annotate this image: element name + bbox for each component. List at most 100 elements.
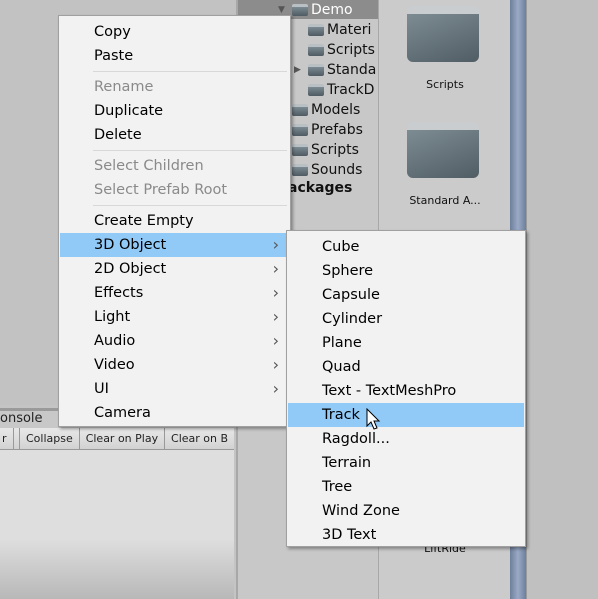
menu-item-sphere[interactable]: Sphere	[288, 259, 524, 283]
menu-item-cube[interactable]: Cube	[288, 235, 524, 259]
tree-item[interactable]: Prefabs	[292, 120, 363, 139]
menu-item-select-prefab-root: Select Prefab Root	[60, 178, 289, 202]
menu-item-duplicate[interactable]: Duplicate	[60, 99, 289, 123]
folder-icon[interactable]	[407, 6, 479, 62]
menu-item-effects[interactable]: Effects ›	[60, 281, 289, 305]
console-body	[0, 450, 234, 599]
chevron-right-icon: ›	[272, 307, 279, 326]
folder-icon[interactable]	[407, 122, 479, 178]
tree-item-label: Demo	[311, 1, 353, 18]
menu-item-label: Copy	[94, 24, 131, 40]
tree-item[interactable]: TrackD	[308, 80, 374, 99]
tree-item-label: Scripts	[311, 141, 359, 158]
menu-item-label: Track	[322, 407, 360, 423]
menu-item-wind-zone[interactable]: Wind Zone	[288, 499, 524, 523]
menu-item-track[interactable]: Track	[288, 403, 524, 427]
folder-icon	[308, 23, 324, 36]
menu-separator	[93, 71, 287, 72]
menu-item-label: Wind Zone	[322, 503, 400, 519]
chevron-right-icon: ›	[272, 259, 279, 278]
menu-item-label: Rename	[94, 79, 154, 95]
asset-label[interactable]: Standard A...	[379, 194, 511, 207]
chevron-right-icon: ›	[272, 379, 279, 398]
tree-item-label: Models	[311, 101, 361, 118]
menu-item-video[interactable]: Video ›	[60, 353, 289, 377]
menu-separator	[93, 150, 287, 151]
folder-icon	[292, 143, 308, 156]
menu-item-paste[interactable]: Paste	[60, 44, 289, 68]
console-toolbar: r Collapse Clear on Play Clear on B	[0, 428, 234, 450]
tab-console[interactable]: onsole	[0, 408, 58, 428]
chevron-right-icon: ›	[272, 283, 279, 302]
tree-item[interactable]: Scripts	[308, 40, 375, 59]
menu-item-label: Camera	[94, 405, 151, 421]
tree-item[interactable]: Scripts	[292, 140, 359, 159]
menu-item-label: Sphere	[322, 263, 374, 279]
tree-item[interactable]: Materi	[308, 20, 371, 39]
clear-button[interactable]: r	[0, 428, 14, 449]
menu-item-delete[interactable]: Delete	[60, 123, 289, 147]
folder-icon	[292, 163, 308, 176]
tree-item-label: TrackD	[327, 81, 375, 98]
menu-item-select-children: Select Children	[60, 154, 289, 178]
collapsed-arrow-icon[interactable]: ▶	[294, 65, 301, 75]
menu-item-label: Delete	[94, 127, 142, 143]
chevron-right-icon: ›	[272, 235, 279, 254]
menu-separator	[93, 205, 287, 206]
tree-item[interactable]: ▶ Standa	[294, 60, 377, 79]
menu-item-label: Terrain	[322, 455, 372, 471]
menu-item-ui[interactable]: UI ›	[60, 377, 289, 401]
menu-item-capsule[interactable]: Capsule	[288, 283, 524, 307]
menu-item-label: Paste	[94, 48, 134, 64]
menu-item-rename: Rename	[60, 75, 289, 99]
menu-item-label: Capsule	[322, 287, 380, 303]
packages-label[interactable]: ackages	[288, 180, 352, 196]
folder-icon	[308, 63, 324, 76]
menu-item-label: Cylinder	[322, 311, 383, 327]
menu-item-label: Light	[94, 309, 131, 325]
menu-item-cylinder[interactable]: Cylinder	[288, 307, 524, 331]
tree-item-label: Scripts	[327, 41, 375, 58]
menu-item-3d-text[interactable]: 3D Text	[288, 523, 524, 547]
mouse-cursor-icon	[366, 408, 381, 430]
menu-item-tree[interactable]: Tree	[288, 475, 524, 499]
menu-item-ragdoll[interactable]: Ragdoll...	[288, 427, 524, 451]
menu-item-label: Video	[94, 357, 135, 373]
context-menu: Copy Paste Rename Duplicate Delete Select Chi…	[58, 15, 291, 427]
folder-icon	[308, 83, 324, 96]
menu-item-plane[interactable]: Plane	[288, 331, 524, 355]
folder-icon	[292, 3, 308, 16]
clear-on-play-button[interactable]: Clear on Play	[80, 428, 166, 449]
menu-item-label: 2D Object	[94, 261, 167, 277]
folder-icon	[308, 43, 324, 56]
menu-item-audio[interactable]: Audio ›	[60, 329, 289, 353]
tree-item-label: Standa	[327, 61, 377, 78]
menu-item-label: 3D Text	[322, 527, 377, 543]
tree-item-label: Sounds	[311, 161, 363, 178]
asset-label[interactable]: Scripts	[379, 78, 511, 91]
expanded-arrow-icon[interactable]: ▼	[278, 5, 285, 15]
clear-on-build-button[interactable]: Clear on B	[165, 428, 234, 449]
menu-item-2d-object[interactable]: 2D Object ›	[60, 257, 289, 281]
menu-item-create-empty[interactable]: Create Empty	[60, 209, 289, 233]
menu-item-label: Audio	[94, 333, 136, 349]
chevron-right-icon: ›	[272, 331, 279, 350]
menu-item-3d-object[interactable]: 3D Object ›	[60, 233, 289, 257]
menu-item-terrain[interactable]: Terrain	[288, 451, 524, 475]
menu-item-text-textmeshpro[interactable]: Text - TextMeshPro	[288, 379, 524, 403]
menu-item-camera[interactable]: Camera	[60, 401, 289, 425]
menu-item-label: Select Prefab Root	[94, 182, 228, 198]
collapse-button[interactable]: Collapse	[20, 428, 80, 449]
menu-item-light[interactable]: Light ›	[60, 305, 289, 329]
tree-item[interactable]: Models	[292, 100, 360, 119]
tree-item-label: Prefabs	[311, 121, 363, 138]
inspector-panel	[526, 0, 598, 599]
tree-item[interactable]: ▼ Demo	[278, 0, 353, 19]
menu-item-label: Duplicate	[94, 103, 164, 119]
menu-item-copy[interactable]: Copy	[60, 20, 289, 44]
tree-item[interactable]: Sounds	[292, 160, 362, 179]
menu-item-label: Tree	[322, 479, 353, 495]
folder-icon	[292, 123, 308, 136]
3d-object-submenu: Cube Sphere Capsule Cylinder Plane Quad Text -…	[286, 230, 526, 547]
menu-item-quad[interactable]: Quad	[288, 355, 524, 379]
